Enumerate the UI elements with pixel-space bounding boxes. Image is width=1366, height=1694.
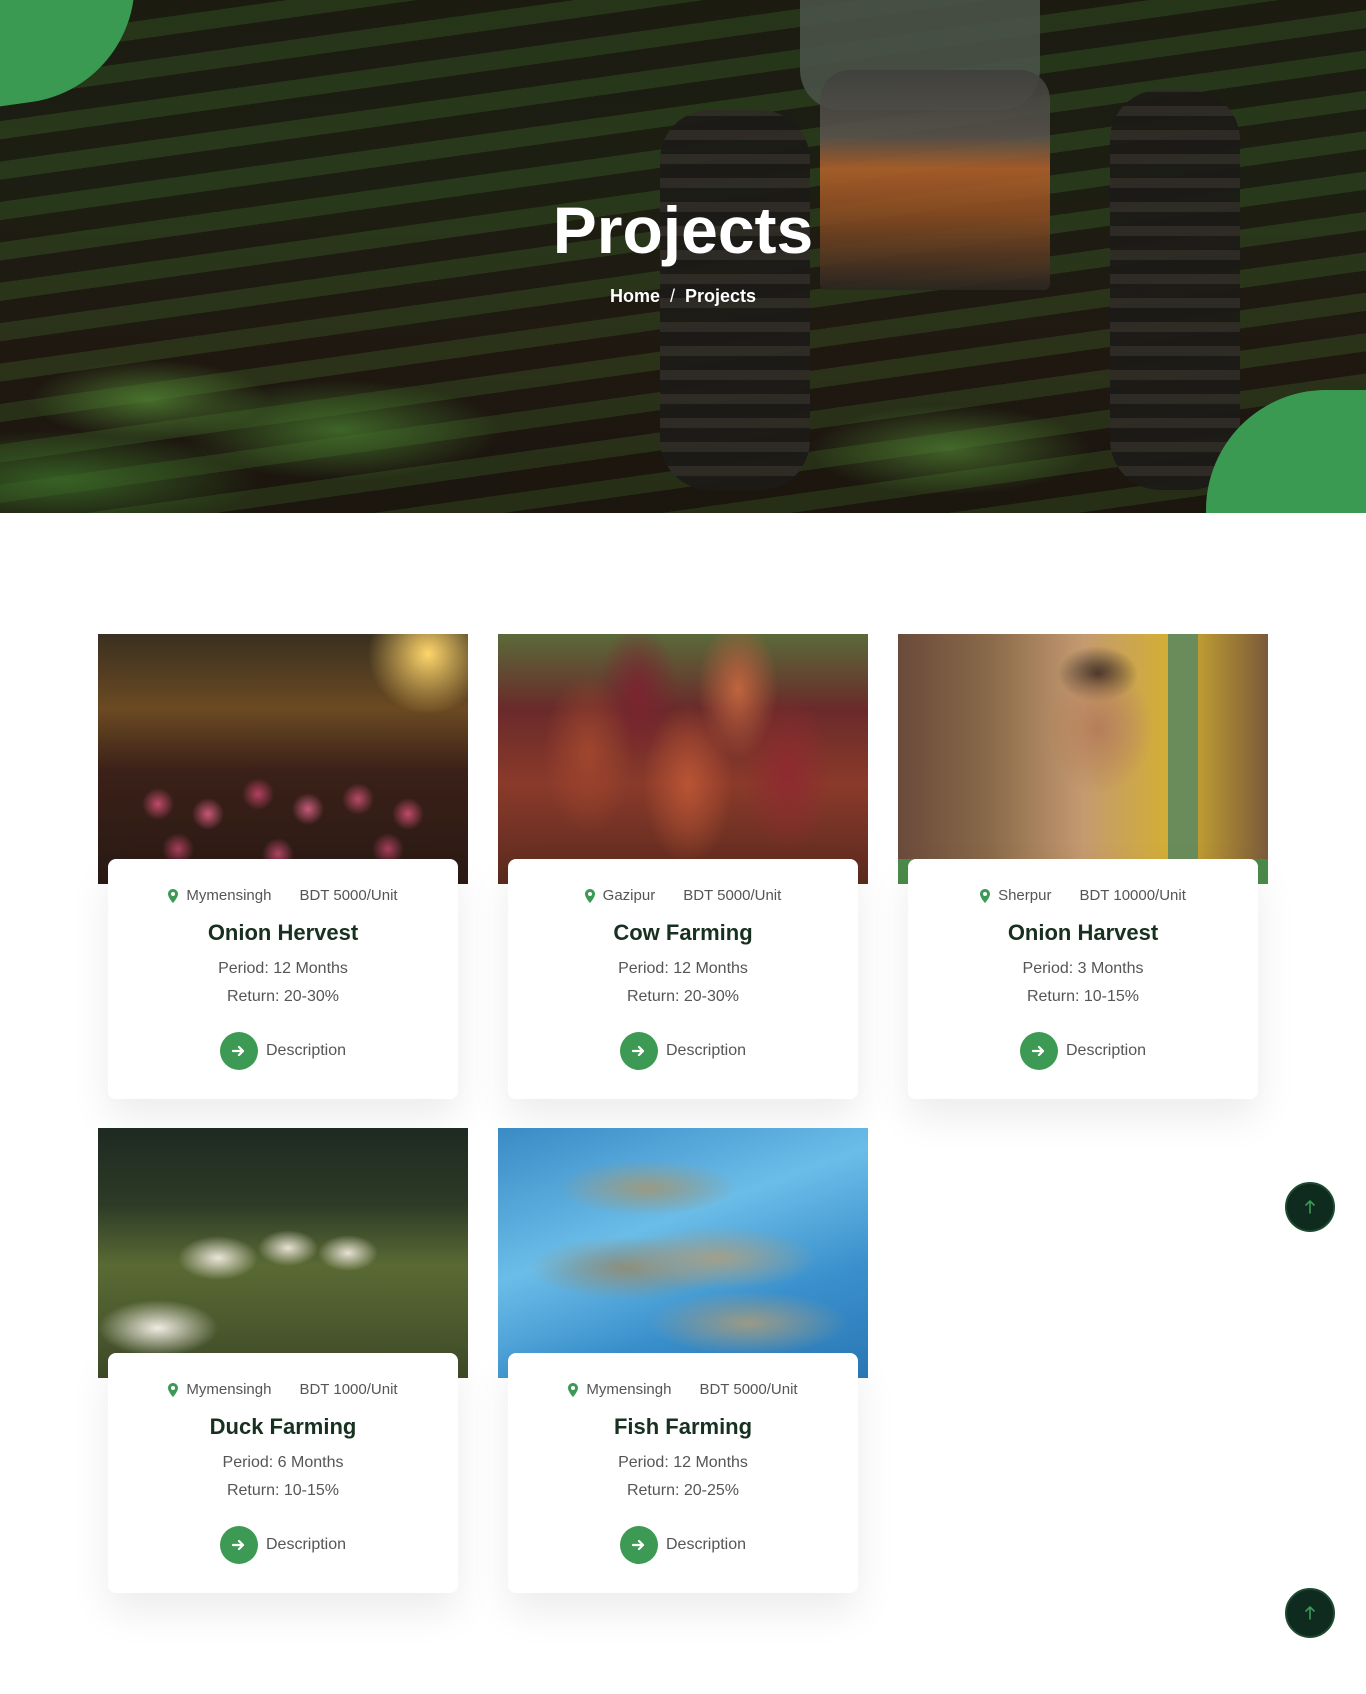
- arrow-right-icon[interactable]: [619, 1032, 658, 1070]
- project-location: Mymensingh: [568, 1381, 671, 1398]
- project-return: Return: 10-15%: [1026, 988, 1140, 1005]
- project-location: Sherpur: [980, 887, 1051, 904]
- project-card: Mymensingh BDT 1000/Unit Duck Farming Pe…: [98, 1128, 468, 1598]
- project-meta: Gazipur BDT 5000/Unit: [508, 887, 858, 904]
- project-price: BDT 1000/Unit: [299, 1381, 398, 1398]
- project-price: BDT 10000/Unit: [1079, 887, 1186, 904]
- description-label: Description: [665, 1536, 747, 1553]
- project-period: Period: 12 Months: [618, 1454, 748, 1471]
- breadcrumb-home-link[interactable]: Home: [610, 286, 660, 306]
- breadcrumb-separator: /: [669, 286, 675, 306]
- description-link[interactable]: Description: [619, 1526, 747, 1564]
- project-return: Return: 10-15%: [226, 1482, 340, 1499]
- map-pin-icon: [585, 889, 595, 903]
- project-period: Period: 3 Months: [1022, 960, 1144, 977]
- description-link[interactable]: Description: [1019, 1032, 1147, 1070]
- project-period: Period: 12 Months: [618, 960, 748, 977]
- project-location: Mymensingh: [168, 1381, 271, 1398]
- arrow-right-icon[interactable]: [219, 1032, 258, 1070]
- description-link[interactable]: Description: [619, 1032, 747, 1070]
- project-info: Gazipur BDT 5000/Unit Cow Farming Period…: [508, 859, 858, 1099]
- arrow-up-icon: [1305, 1606, 1315, 1620]
- project-location-text: Mymensingh: [186, 1381, 272, 1398]
- project-location: Mymensingh: [168, 887, 271, 904]
- description-label: Description: [265, 1042, 347, 1059]
- project-location: Gazipur: [585, 887, 656, 904]
- project-title[interactable]: Onion Harvest: [908, 920, 1258, 946]
- decorative-blob: [0, 0, 151, 114]
- description-link[interactable]: Description: [219, 1032, 347, 1070]
- project-image-onion: [98, 634, 468, 884]
- project-location-text: Mymensingh: [586, 1381, 672, 1398]
- project-info: Sherpur BDT 10000/Unit Onion Harvest Per…: [908, 859, 1258, 1099]
- project-title[interactable]: Duck Farming: [108, 1414, 458, 1440]
- project-meta: Sherpur BDT 10000/Unit: [908, 887, 1258, 904]
- description-link[interactable]: Description: [219, 1526, 347, 1564]
- project-price: BDT 5000/Unit: [683, 887, 782, 904]
- project-card: Sherpur BDT 10000/Unit Onion Harvest Per…: [898, 634, 1268, 1104]
- project-info: Mymensingh BDT 5000/Unit Onion Hervest P…: [108, 859, 458, 1099]
- map-pin-icon: [168, 889, 178, 903]
- arrow-right-icon[interactable]: [1019, 1032, 1058, 1070]
- arrow-right-icon[interactable]: [219, 1526, 258, 1564]
- project-period: Period: 12 Months: [218, 960, 348, 977]
- breadcrumb-current: Projects: [684, 286, 757, 306]
- map-pin-icon: [980, 889, 990, 903]
- project-image-onion-harvest: [898, 634, 1268, 884]
- project-image-duck: [98, 1128, 468, 1378]
- arrow-right-icon[interactable]: [619, 1526, 658, 1564]
- project-meta: Mymensingh BDT 1000/Unit: [108, 1381, 458, 1398]
- project-title[interactable]: Fish Farming: [508, 1414, 858, 1440]
- project-price: BDT 5000/Unit: [299, 887, 398, 904]
- description-label: Description: [265, 1536, 347, 1553]
- project-return: Return: 20-25%: [626, 1482, 740, 1499]
- project-info: Mymensingh BDT 1000/Unit Duck Farming Pe…: [108, 1353, 458, 1593]
- description-label: Description: [1065, 1042, 1147, 1059]
- project-return: Return: 20-30%: [626, 988, 740, 1005]
- project-location-text: Sherpur: [998, 887, 1052, 904]
- project-card: Gazipur BDT 5000/Unit Cow Farming Period…: [498, 634, 868, 1104]
- project-return: Return: 20-30%: [226, 988, 340, 1005]
- map-pin-icon: [568, 1383, 578, 1397]
- page-hero: Projects Home / Projects: [0, 0, 1366, 513]
- page-title: Projects: [552, 193, 814, 267]
- scroll-to-top-button[interactable]: [1285, 1182, 1335, 1232]
- project-meta: Mymensingh BDT 5000/Unit: [508, 1381, 858, 1398]
- breadcrumb: Home / Projects: [0, 286, 1366, 307]
- project-location-text: Mymensingh: [186, 887, 272, 904]
- project-info: Mymensingh BDT 5000/Unit Fish Farming Pe…: [508, 1353, 858, 1593]
- project-price: BDT 5000/Unit: [699, 1381, 798, 1398]
- scroll-to-top-button[interactable]: [1285, 1588, 1335, 1638]
- project-card: Mymensingh BDT 5000/Unit Fish Farming Pe…: [498, 1128, 868, 1598]
- project-location-text: Gazipur: [602, 887, 656, 904]
- description-label: Description: [665, 1042, 747, 1059]
- project-title[interactable]: Cow Farming: [508, 920, 858, 946]
- project-title[interactable]: Onion Hervest: [108, 920, 458, 946]
- project-image-fish: [498, 1128, 868, 1378]
- project-meta: Mymensingh BDT 5000/Unit: [108, 887, 458, 904]
- project-image-cow: [498, 634, 868, 884]
- project-card: Mymensingh BDT 5000/Unit Onion Hervest P…: [98, 634, 468, 1104]
- map-pin-icon: [168, 1383, 178, 1397]
- arrow-up-icon: [1305, 1200, 1315, 1214]
- project-period: Period: 6 Months: [222, 1454, 344, 1471]
